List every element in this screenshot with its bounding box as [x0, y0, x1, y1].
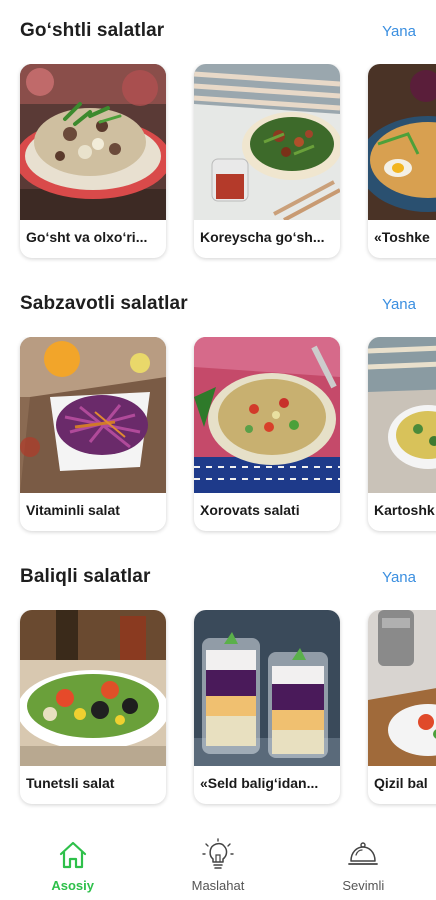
more-link[interactable]: Yana: [382, 296, 416, 313]
recipe-title: «Seld balig‘idan...: [200, 775, 319, 791]
nav-label: Sevimli: [342, 878, 385, 893]
recipe-card[interactable]: «Toshke: [368, 64, 436, 258]
recipe-photo: [194, 337, 340, 493]
section-header: Go‘shtli salatlar Yana: [20, 16, 416, 46]
cards-row[interactable]: Vitaminli salat Xorovats salati Kartoshk: [0, 337, 436, 537]
section-header: Baliqli salatlar Yana: [20, 562, 416, 592]
lightbulb-icon: [200, 838, 236, 872]
recipe-title: «Toshke: [374, 229, 430, 245]
recipe-title: Vitaminli salat: [26, 502, 120, 518]
more-link[interactable]: Yana: [382, 569, 416, 586]
cards-row[interactable]: Go‘sht va olxo‘ri... Koreyscha go‘sh... …: [0, 64, 436, 264]
recipe-card[interactable]: Kartoshk: [368, 337, 436, 531]
recipe-card[interactable]: Xorovats salati: [194, 337, 340, 531]
recipe-title: Xorovats salati: [200, 502, 300, 518]
recipe-photo: [20, 337, 166, 493]
recipe-photo: [368, 610, 436, 766]
recipe-card[interactable]: Go‘sht va olxo‘ri...: [20, 64, 166, 258]
more-link[interactable]: Yana: [382, 23, 416, 40]
section-header: Sabzavotli salatlar Yana: [20, 289, 416, 319]
recipe-photo: [368, 337, 436, 493]
section-title: Go‘shtli salatlar: [20, 20, 165, 41]
home-icon: [55, 838, 91, 872]
section-title: Baliqli salatlar: [20, 566, 151, 587]
nav-item-tips[interactable]: Maslahat: [145, 832, 290, 900]
recipe-photo: [194, 610, 340, 766]
recipe-photo: [368, 64, 436, 220]
recipe-card[interactable]: «Seld balig‘idan...: [194, 610, 340, 804]
bottom-navigation: Asosiy Maslahat Sevimli: [0, 832, 436, 900]
nav-label: Asosiy: [51, 878, 94, 893]
recipe-photo: [20, 64, 166, 220]
nav-label: Maslahat: [191, 878, 245, 893]
section-title: Sabzavotli salatlar: [20, 293, 188, 314]
recipe-title: Qizil bal: [374, 775, 428, 791]
recipe-card[interactable]: Tunetsli salat: [20, 610, 166, 804]
nav-item-favorites[interactable]: Sevimli: [291, 832, 436, 900]
recipe-title: Kartoshk: [374, 502, 435, 518]
recipe-photo: [194, 64, 340, 220]
nav-item-home[interactable]: Asosiy: [0, 832, 145, 900]
cloche-icon: [345, 838, 381, 872]
recipe-title: Koreyscha go‘sh...: [200, 229, 325, 245]
recipe-title: Go‘sht va olxo‘ri...: [26, 229, 148, 245]
recipe-card[interactable]: Vitaminli salat: [20, 337, 166, 531]
recipe-title: Tunetsli salat: [26, 775, 115, 791]
cards-row[interactable]: Tunetsli salat «Seld balig‘idan... Qizil…: [0, 610, 436, 810]
recipe-card[interactable]: Koreyscha go‘sh...: [194, 64, 340, 258]
recipe-photo: [20, 610, 166, 766]
recipe-card[interactable]: Qizil bal: [368, 610, 436, 804]
